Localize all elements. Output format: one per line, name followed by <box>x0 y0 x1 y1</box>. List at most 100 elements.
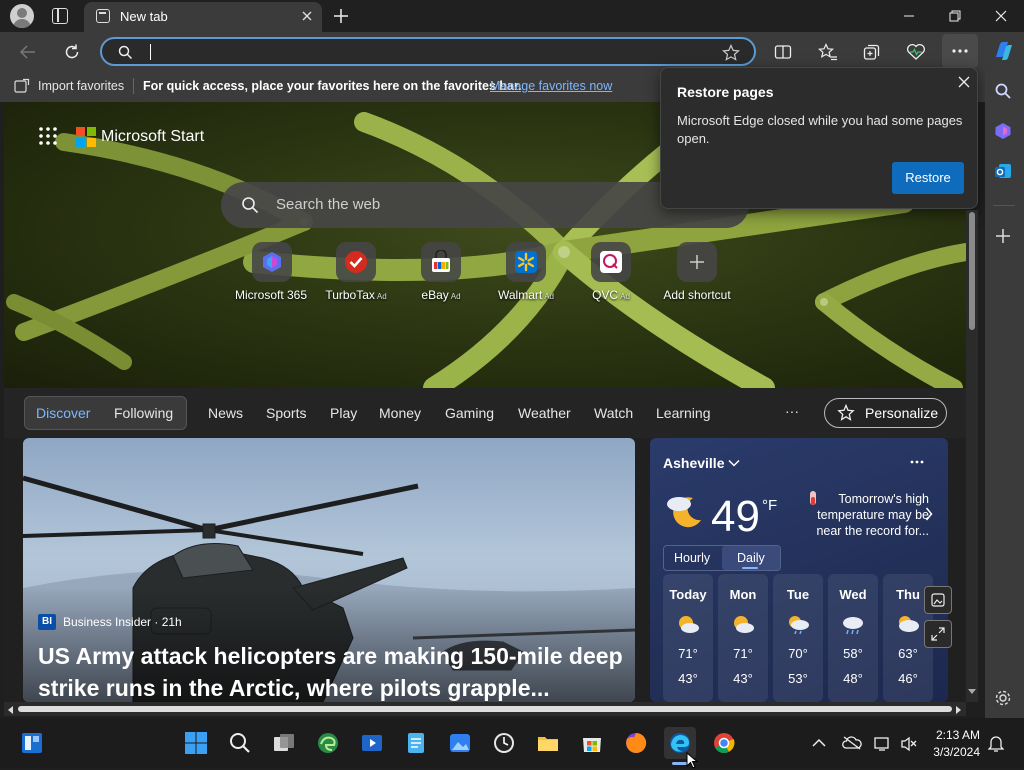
weather-card[interactable]: Asheville 49 °F Tomorrow's high temperat… <box>650 438 948 702</box>
file-explorer-icon[interactable] <box>532 727 564 759</box>
scroll-left-arrow-icon[interactable] <box>6 705 14 715</box>
news-card[interactable]: BI Business Insider · 21h US Army attack… <box>23 438 635 702</box>
show-hidden-icons-chevron-icon[interactable] <box>812 738 826 748</box>
forecast-low: 53° <box>788 671 808 686</box>
shortcut-turbotax[interactable]: TurboTax Ad <box>311 242 401 302</box>
full-page-button[interactable] <box>924 620 952 648</box>
brand-name[interactable]: Microsoft Start <box>101 128 204 146</box>
chrome-icon[interactable] <box>708 727 740 759</box>
scrollbar-thumb[interactable] <box>969 212 975 330</box>
shortcut-qvc[interactable]: QVC Ad <box>566 242 656 302</box>
copilot-sidebar-icon[interactable] <box>994 122 1012 140</box>
nav-play[interactable]: Play <box>330 405 357 421</box>
search-icon[interactable] <box>994 82 1012 100</box>
task-view-icon[interactable] <box>268 727 300 759</box>
microsoft-store-icon[interactable] <box>576 727 608 759</box>
volume-muted-icon[interactable] <box>900 736 918 752</box>
favorite-star-icon[interactable] <box>722 44 740 62</box>
personalize-button[interactable]: Personalize <box>824 398 947 428</box>
tab-hourly[interactable]: Hourly <box>674 551 710 565</box>
chevron-down-icon[interactable] <box>728 459 740 467</box>
close-icon[interactable] <box>957 75 971 89</box>
back-icon[interactable] <box>15 39 41 65</box>
nav-watch[interactable]: Watch <box>594 405 633 421</box>
nav-gaming[interactable]: Gaming <box>445 405 494 421</box>
nav-sports[interactable]: Sports <box>266 405 306 421</box>
forecast-day-tue[interactable]: Tue 70° 53° <box>773 574 823 702</box>
weather-location[interactable]: Asheville <box>663 455 724 471</box>
nav-more-button[interactable]: ··· <box>785 403 799 419</box>
scroll-right-arrow-icon[interactable] <box>955 705 963 715</box>
vertical-tabs-icon[interactable] <box>52 8 68 24</box>
add-shortcut-button[interactable]: Add shortcut <box>652 242 742 302</box>
more-options-icon[interactable] <box>910 460 924 464</box>
settings-more-icon[interactable] <box>942 34 978 68</box>
photos-icon[interactable] <box>444 727 476 759</box>
tab-daily[interactable]: Daily <box>737 551 765 565</box>
onedrive-offline-icon[interactable] <box>842 736 862 750</box>
tab-discover[interactable]: Discover <box>36 405 90 421</box>
chevron-right-icon[interactable] <box>925 507 933 521</box>
browser-essentials-icon[interactable] <box>903 39 929 65</box>
story-headline[interactable]: US Army attack helicopters are making 15… <box>38 640 628 702</box>
new-tab-button[interactable] <box>332 7 350 25</box>
restore-button[interactable]: Restore <box>892 162 964 194</box>
copilot-icon[interactable] <box>989 37 1017 65</box>
tab-new-tab[interactable]: New tab <box>84 2 322 32</box>
shortcut-ebay[interactable]: eBay Ad <box>396 242 486 302</box>
forecast-high: 63° <box>898 646 918 661</box>
scrollbar-thumb[interactable] <box>18 706 952 712</box>
outlook-icon[interactable] <box>994 162 1012 180</box>
apps-launcher-icon[interactable] <box>39 127 57 145</box>
clock-date[interactable]: 3/3/2024 <box>924 745 980 759</box>
close-window-button[interactable] <box>978 0 1024 32</box>
widgets-icon[interactable] <box>16 727 48 759</box>
search-icon <box>241 196 259 214</box>
horizontal-scrollbar[interactable] <box>4 702 966 716</box>
collections-icon[interactable] <box>859 39 885 65</box>
firefox-icon[interactable] <box>620 727 652 759</box>
profile-avatar[interactable] <box>10 4 34 28</box>
forecast-day-wed[interactable]: Wed 58° 48° <box>828 574 878 702</box>
nav-learning[interactable]: Learning <box>656 405 711 421</box>
minimize-button[interactable] <box>886 0 932 32</box>
toolbar <box>0 32 1024 70</box>
forecast-day-mon[interactable]: Mon 71° 43° <box>718 574 768 702</box>
shortcut-label: eBay <box>421 288 449 302</box>
nav-money[interactable]: Money <box>379 405 421 421</box>
refresh-icon[interactable] <box>59 39 85 65</box>
sidebar-settings-icon[interactable] <box>994 689 1012 707</box>
favorites-icon[interactable] <box>815 39 841 65</box>
edge-dev-icon[interactable] <box>312 727 344 759</box>
nav-weather[interactable]: Weather <box>518 405 571 421</box>
shortcut-walmart[interactable]: Walmart Ad <box>481 242 571 302</box>
background-image-button[interactable] <box>924 586 952 614</box>
add-sidebar-app-icon[interactable] <box>995 228 1011 244</box>
forecast-low: 48° <box>843 671 863 686</box>
vertical-scrollbar[interactable] <box>966 210 978 702</box>
scroll-down-arrow-icon[interactable] <box>967 688 977 696</box>
forecast-low: 43° <box>733 671 753 686</box>
nav-news[interactable]: News <box>208 405 243 421</box>
address-bar[interactable] <box>100 37 756 66</box>
forecast-low: 46° <box>898 671 918 686</box>
clock-time[interactable]: 2:13 AM <box>934 728 980 742</box>
tab-page-icon <box>96 9 110 23</box>
import-favorites-button[interactable]: Import favorites <box>38 79 124 93</box>
clock-app-icon[interactable] <box>488 727 520 759</box>
tab-following[interactable]: Following <box>114 405 173 421</box>
start-windows-icon[interactable] <box>180 727 212 759</box>
sidebar-divider <box>993 205 1015 206</box>
taskbar-search-icon[interactable] <box>224 727 256 759</box>
network-icon[interactable] <box>874 736 892 752</box>
tab-close-icon[interactable] <box>300 9 314 23</box>
weather-note[interactable]: Tomorrow's high temperature may be near … <box>805 491 929 539</box>
media-player-icon[interactable] <box>356 727 388 759</box>
forecast-day-today[interactable]: Today 71° 43° <box>663 574 713 702</box>
notepad-icon[interactable] <box>400 727 432 759</box>
split-screen-icon[interactable] <box>770 39 796 65</box>
manage-favorites-link[interactable]: Manage favorites now <box>490 79 612 93</box>
notifications-bell-icon[interactable] <box>988 735 1004 753</box>
restore-button[interactable] <box>932 0 978 32</box>
shortcut-microsoft-365[interactable]: Microsoft 365 <box>227 242 317 302</box>
